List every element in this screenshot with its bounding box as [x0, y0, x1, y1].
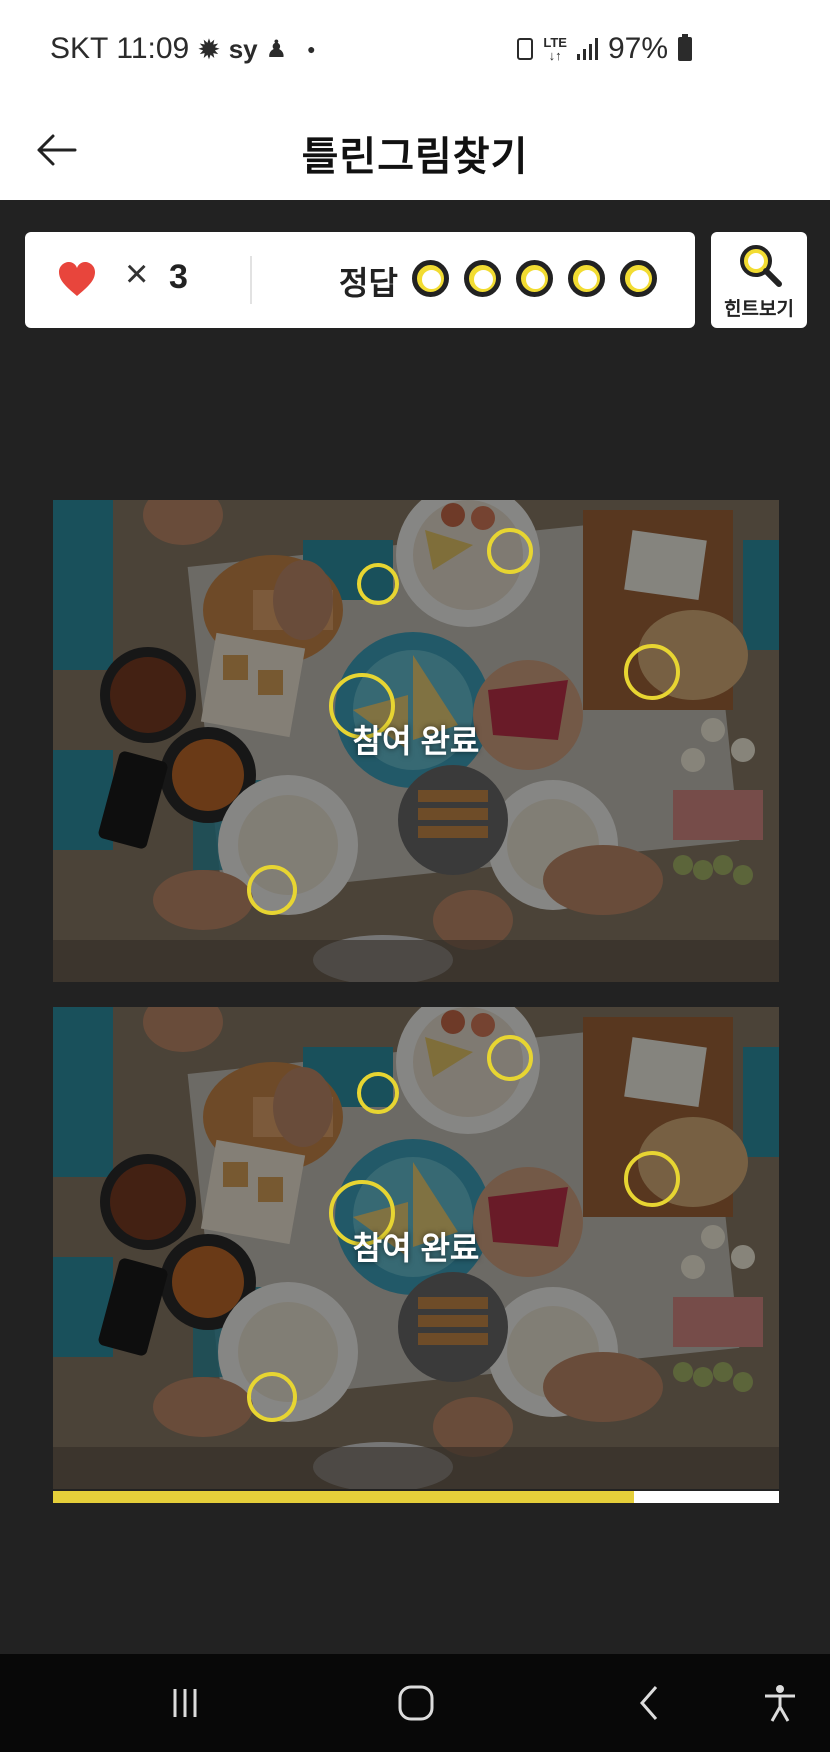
accessibility-button[interactable] [750, 1678, 810, 1728]
found-marker [247, 865, 297, 915]
signal-icon [576, 38, 598, 60]
battery-percent: 97% [607, 32, 668, 65]
status-left: SKT 11:09 ✹ sy ♟ ● [50, 32, 316, 66]
recycle-icon [517, 38, 534, 60]
accessibility-icon [765, 1685, 795, 1722]
found-marker [357, 563, 399, 605]
hint-button[interactable]: 힌트보기 [711, 232, 807, 328]
answer-slot-2 [464, 260, 501, 297]
picture-modified[interactable]: 참여 완료 [53, 1007, 779, 1489]
found-marker [487, 1035, 533, 1081]
found-marker [624, 644, 680, 700]
chevron-left-icon [640, 1686, 658, 1720]
found-marker [247, 1372, 297, 1422]
timer-progress-bar [53, 1491, 779, 1503]
divider [250, 256, 252, 304]
app-header: 틀린그림찾기 [0, 100, 830, 200]
carrier-label: SKT [50, 32, 109, 65]
system-nav-bar [0, 1654, 830, 1752]
person-notification-icon: ♟ [265, 35, 288, 63]
more-notifications-icon: ● [307, 41, 316, 57]
timer-progress-fill [53, 1491, 634, 1503]
battery-icon [678, 34, 692, 61]
found-marker [487, 528, 533, 574]
found-marker [357, 1072, 399, 1114]
picture-original[interactable]: 참여 완료 [53, 500, 779, 982]
participation-complete-label: 참여 완료 [352, 723, 480, 759]
answer-label: 정답 [339, 265, 398, 301]
answer-slot-5 [620, 260, 657, 297]
page-title: 틀린그림찾기 [301, 135, 529, 179]
answer-slot-3 [516, 260, 553, 297]
answer-slot-1 [412, 260, 449, 297]
nav-back-button[interactable] [620, 1678, 680, 1728]
recent-apps-button[interactable] [155, 1678, 215, 1728]
clock: 11:09 [116, 32, 190, 65]
answer-slots [412, 260, 657, 297]
hint-label: 힌트보기 [724, 299, 794, 320]
status-right: LTE ↓↑ 97% [517, 32, 692, 66]
recent-apps-icon [173, 1689, 197, 1717]
magnifier-icon [740, 245, 782, 287]
home-icon [398, 1685, 434, 1721]
score-panel: × 3 정답 [25, 232, 695, 328]
found-marker [624, 1151, 680, 1207]
network-type: LTE ↓↑ [543, 35, 567, 63]
status-bar: SKT 11:09 ✹ sy ♟ ● LTE ↓↑ 97% [0, 0, 830, 100]
app-tag: sy [228, 33, 258, 64]
home-button[interactable] [386, 1678, 446, 1728]
heart-icon [59, 262, 95, 296]
lives-count: 3 [169, 258, 188, 296]
settings-notification-icon: ✹ [197, 33, 221, 65]
answer-slot-4 [568, 260, 605, 297]
participation-complete-label: 참여 완료 [352, 1230, 480, 1266]
lives-multiplier: × [125, 252, 149, 296]
